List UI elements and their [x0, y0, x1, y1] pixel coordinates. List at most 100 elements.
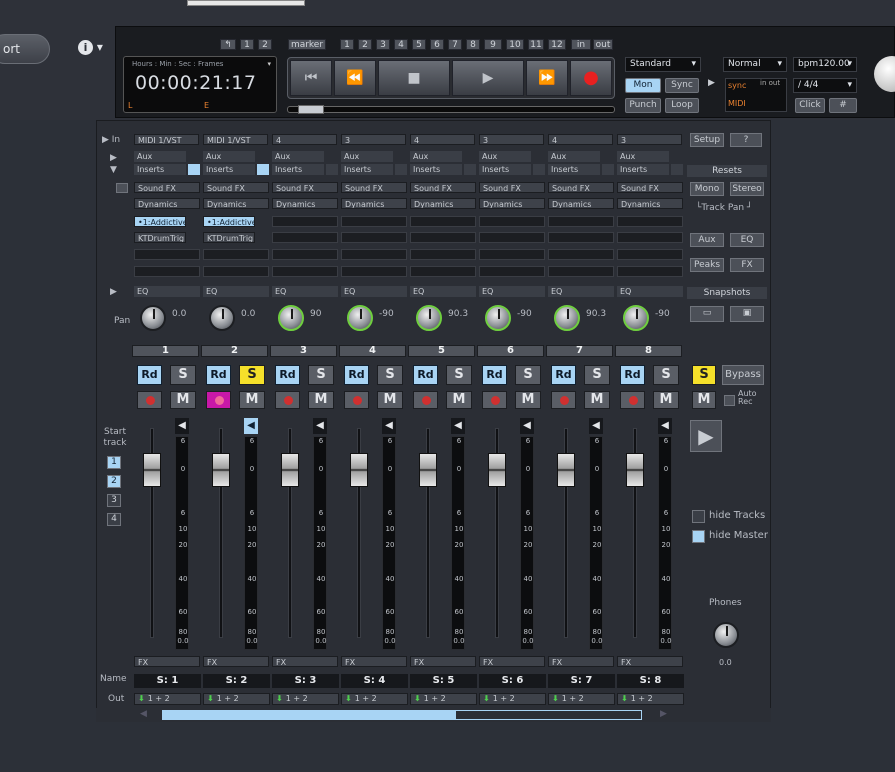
fx-plugin-slot-1[interactable] [341, 216, 407, 227]
channel-inserts[interactable]: Inserts [617, 164, 669, 175]
output-select[interactable]: ⬇ 1 + 2 [617, 693, 684, 705]
bypass-button[interactable]: Bypass [722, 365, 764, 385]
fx-plugin-slot-4[interactable] [617, 266, 683, 277]
inserts-collapse-icon[interactable]: ▼ [110, 165, 117, 175]
fx-plugin-slot-2[interactable] [617, 232, 683, 243]
info-button[interactable]: i ▾ [78, 40, 108, 58]
fx-plugin-slot-1[interactable] [272, 216, 338, 227]
fx-plugin-slot-1[interactable]: •1:Addictive [203, 216, 255, 227]
scroll-right-icon[interactable]: ▶ [660, 709, 667, 719]
eq-expand-icon[interactable]: ▶ [110, 287, 117, 297]
marker-jump-1-num[interactable]: 1 [340, 39, 354, 50]
mute-button[interactable]: M [239, 391, 265, 409]
dynamics-slot[interactable]: Dynamics [410, 198, 476, 209]
fx-plugin-slot-2[interactable]: KTDrumTrig [134, 232, 186, 243]
fx-plugin-slot-2[interactable] [410, 232, 476, 243]
go-to-start-button[interactable]: ⏮ [290, 60, 332, 96]
pan-knob[interactable] [485, 305, 511, 331]
sound-fx-slot[interactable]: Sound FX [617, 182, 683, 193]
marker-out[interactable]: out [593, 39, 613, 50]
fx-select[interactable]: FX [203, 656, 269, 667]
fx-plugin-slot-3[interactable] [134, 249, 200, 260]
fx-plugin-slot-2[interactable] [341, 232, 407, 243]
marker-jump-4-num[interactable]: 4 [394, 39, 408, 50]
dynamics-slot[interactable]: Dynamics [272, 198, 338, 209]
mono-button[interactable]: Mono [690, 182, 724, 196]
stop-button[interactable]: ■ [378, 60, 450, 96]
start-track-1[interactable]: 1 [107, 456, 121, 469]
mute-button[interactable]: M [170, 391, 196, 409]
volume-fader[interactable] [557, 453, 575, 487]
channel-inserts[interactable]: Inserts [479, 164, 531, 175]
record-arm-button[interactable] [275, 391, 300, 409]
inserts-toggle[interactable] [602, 164, 614, 175]
pan-knob[interactable] [278, 305, 304, 331]
master-play-button[interactable]: ▶ [690, 420, 722, 452]
marker-jump-9-num[interactable]: 9 [484, 39, 502, 50]
fx-plugin-slot-1[interactable] [617, 216, 683, 227]
channel-inserts[interactable]: Inserts [410, 164, 462, 175]
rewind-button[interactable]: ⏪ [334, 60, 376, 96]
marker-jump-2-num[interactable]: 2 [358, 39, 372, 50]
pan-knob[interactable] [416, 305, 442, 331]
channel-aux[interactable]: Aux [410, 151, 462, 162]
mute-button[interactable]: M [446, 391, 472, 409]
standard-select[interactable]: Standard ▾ [625, 57, 701, 72]
fx-plugin-slot-4[interactable] [272, 266, 338, 277]
output-select[interactable]: ⬇ 1 + 2 [479, 693, 546, 705]
speaker-icon[interactable]: ◀ [382, 418, 396, 434]
marker-back-button[interactable]: ↰ [220, 39, 236, 50]
fx-plugin-slot-4[interactable] [341, 266, 407, 277]
fx-select[interactable]: FX [617, 656, 683, 667]
volume-fader[interactable] [626, 453, 644, 487]
channel-eq[interactable]: EQ [617, 286, 683, 297]
fx-select[interactable]: FX [479, 656, 545, 667]
marker-jump-7-num[interactable]: 7 [448, 39, 462, 50]
channel-aux[interactable]: Aux [479, 151, 531, 162]
marker-jump-5-num[interactable]: 5 [412, 39, 426, 50]
record-arm-button[interactable] [413, 391, 438, 409]
record-arm-button[interactable] [482, 391, 507, 409]
fx-plugin-slot-3[interactable] [617, 249, 683, 260]
fx-plugin-slot-2[interactable] [548, 232, 614, 243]
metronome-options-button[interactable]: # [829, 98, 857, 113]
record-arm-button[interactable] [620, 391, 645, 409]
sync-status-panel[interactable]: sync in out MIDI [725, 78, 787, 112]
pan-knob[interactable] [209, 305, 235, 331]
dynamics-slot[interactable]: Dynamics [479, 198, 545, 209]
loop-button[interactable]: Loop [665, 98, 699, 113]
inserts-toggle[interactable] [533, 164, 545, 175]
pan-knob[interactable] [623, 305, 649, 331]
fx-plugin-slot-3[interactable] [548, 249, 614, 260]
channel-name[interactable]: S: 7 [548, 674, 615, 688]
marker-jump-1[interactable]: 1 [240, 39, 254, 50]
sound-fx-slot[interactable]: Sound FX [410, 182, 476, 193]
inserts-toggle[interactable] [188, 164, 200, 175]
speaker-icon[interactable]: ◀ [589, 418, 603, 434]
menu-field[interactable] [187, 0, 305, 6]
snapshot-save-icon[interactable]: ▣ [730, 306, 764, 322]
inserts-toggle[interactable] [671, 164, 683, 175]
fx-plugin-slot-1[interactable] [410, 216, 476, 227]
marker-jump-6-num[interactable]: 6 [430, 39, 444, 50]
speaker-icon[interactable]: ◀ [658, 418, 672, 434]
eq-reset-button[interactable]: EQ [730, 233, 764, 247]
sound-fx-slot[interactable]: Sound FX [548, 182, 614, 193]
speaker-icon[interactable]: ◀ [520, 418, 534, 434]
output-select[interactable]: ⬇ 1 + 2 [548, 693, 615, 705]
sync-button[interactable]: Sync [665, 78, 699, 93]
auto-rec-checkbox[interactable] [724, 395, 735, 406]
fx-plugin-slot-4[interactable] [134, 266, 200, 277]
bpm-select[interactable]: bpm120.00 ▾ [793, 57, 857, 72]
start-track-4[interactable]: 4 [107, 513, 121, 526]
channel-eq[interactable]: EQ [203, 286, 269, 297]
record-arm-button[interactable] [344, 391, 369, 409]
marker-jump-10-num[interactable]: 10 [506, 39, 524, 50]
fx-reset-button[interactable]: FX [730, 258, 764, 272]
pan-knob[interactable] [140, 305, 166, 331]
pan-knob[interactable] [347, 305, 373, 331]
speaker-icon[interactable]: ◀ [244, 418, 258, 434]
fx-plugin-slot-2[interactable] [479, 232, 545, 243]
phones-knob[interactable] [713, 622, 739, 648]
channel-aux[interactable]: Aux [272, 151, 324, 162]
